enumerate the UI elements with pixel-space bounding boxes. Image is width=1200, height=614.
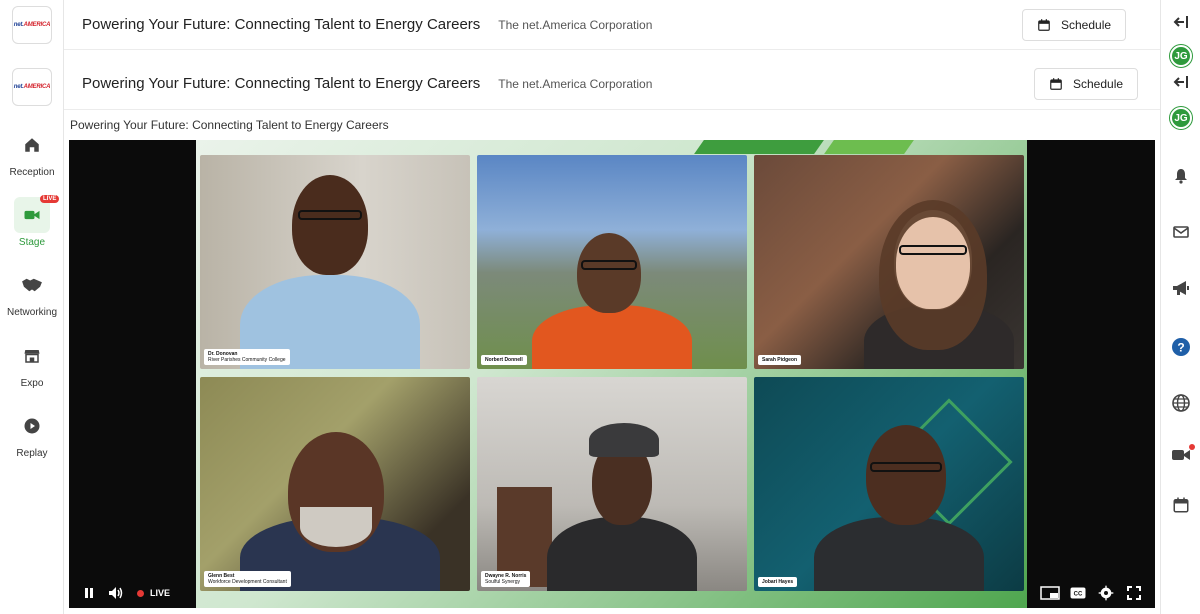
video-camera-icon [1172,450,1190,460]
language-button[interactable] [1161,392,1200,414]
live-dot [137,589,144,597]
participant-tile: Glenn Best Workforce Development Consult… [200,377,470,591]
play-circle-icon [14,408,50,444]
captions-button[interactable]: CC [1069,585,1087,601]
sidebar-item-replay[interactable]: Replay [0,408,64,459]
user-avatar-top[interactable]: JG [1161,44,1200,68]
participant-tile: Sarah Pidgeon [754,155,1024,369]
schedule-button[interactable]: Schedule [1034,68,1139,100]
sidebar-item-reception[interactable]: Reception [0,127,64,178]
closed-captions-icon: CC [1070,587,1086,599]
volume-button[interactable] [107,585,125,601]
svg-text:CC: CC [1074,592,1083,598]
avatar: JG [1170,45,1192,67]
org-name-top: The net.America Corporation [498,17,653,32]
announcements-button[interactable] [1161,278,1200,298]
stage-decoration [694,140,824,154]
calendar-icon [1038,19,1050,31]
handshake-icon [14,267,50,303]
home-icon [14,127,50,163]
help-button[interactable]: ? [1161,336,1200,358]
sidebar-item-networking[interactable]: Networking [0,267,64,318]
org-logo-top[interactable]: net.AMERICA [12,6,52,44]
video-player[interactable]: Dr. Donovan River Parishes Community Col… [69,140,1155,608]
volume-icon [109,587,123,599]
participant-name-tag: Dr. Donovan River Parishes Community Col… [204,349,290,365]
picture-in-picture-button[interactable] [1039,585,1061,601]
notifications-button[interactable] [1161,166,1200,186]
storefront-icon [14,338,50,374]
help-circle-icon: ? [1172,338,1190,356]
video-chat-button[interactable] [1161,444,1200,466]
pause-button[interactable] [81,585,97,601]
org-logo[interactable]: net.AMERICA [12,68,52,106]
participant-tile: Jobari Hayes [754,377,1024,591]
right-rail: JG JG ? [1160,0,1200,614]
calendar-button[interactable] [1161,494,1200,516]
avatar: JG [1170,107,1192,129]
video-controls: LIVE CC [69,578,1155,608]
header-bar-top: Powering Your Future: Connecting Talent … [64,0,1160,50]
megaphone-icon [1173,281,1189,295]
calendar-icon [1173,497,1189,513]
sidebar-item-label: Reception [9,167,55,178]
page-title-top: Powering Your Future: Connecting Talent … [82,16,481,33]
notification-dot [1189,444,1195,450]
collapse-left-icon [1173,16,1188,28]
pause-icon [85,588,93,598]
left-sidebar: net.AMERICA net.AMERICA Reception LIVE S… [0,0,64,614]
globe-icon [1172,394,1190,412]
sidebar-item-label: Stage [18,237,46,248]
fullscreen-icon [1127,586,1141,600]
collapse-panel-button-top[interactable] [1161,12,1200,32]
sidebar-item-label: Replay [16,448,48,459]
settings-button[interactable] [1097,585,1115,601]
bell-icon [1175,169,1187,184]
org-name: The net.America Corporation [498,76,653,91]
stage-decoration [824,140,914,154]
messages-button[interactable] [1161,222,1200,242]
sidebar-item-label: Expo [20,378,44,389]
fullscreen-button[interactable] [1125,585,1143,601]
live-badge: LIVE [40,195,60,203]
sidebar-item-expo[interactable]: Expo [0,338,64,389]
user-avatar[interactable]: JG [1161,106,1200,130]
collapse-panel-button[interactable] [1161,72,1200,92]
participant-tile: Norbert Donnell [477,155,747,369]
gear-icon [1098,585,1114,601]
schedule-button-top[interactable]: Schedule [1022,9,1127,41]
live-indicator: LIVE [137,585,170,601]
header-bar: Powering Your Future: Connecting Talent … [64,58,1160,110]
participant-tile: Dr. Donovan River Parishes Community Col… [200,155,470,369]
sidebar-item-label: Networking [6,307,58,318]
collapse-left-icon [1173,76,1188,88]
envelope-icon [1173,226,1189,238]
page-title: Powering Your Future: Connecting Talent … [82,75,481,92]
participant-name-tag: Norbert Donnell [481,355,527,365]
picture-in-picture-icon [1040,586,1060,600]
svg-text:?: ? [1177,341,1184,355]
video-caption: Powering Your Future: Connecting Talent … [70,118,389,132]
calendar-icon [1050,78,1062,90]
participant-tile: Dwayne R. Norris Soulful Synergy [477,377,747,591]
sidebar-item-stage[interactable]: LIVE Stage [0,195,64,248]
participant-name-tag: Sarah Pidgeon [758,355,802,365]
